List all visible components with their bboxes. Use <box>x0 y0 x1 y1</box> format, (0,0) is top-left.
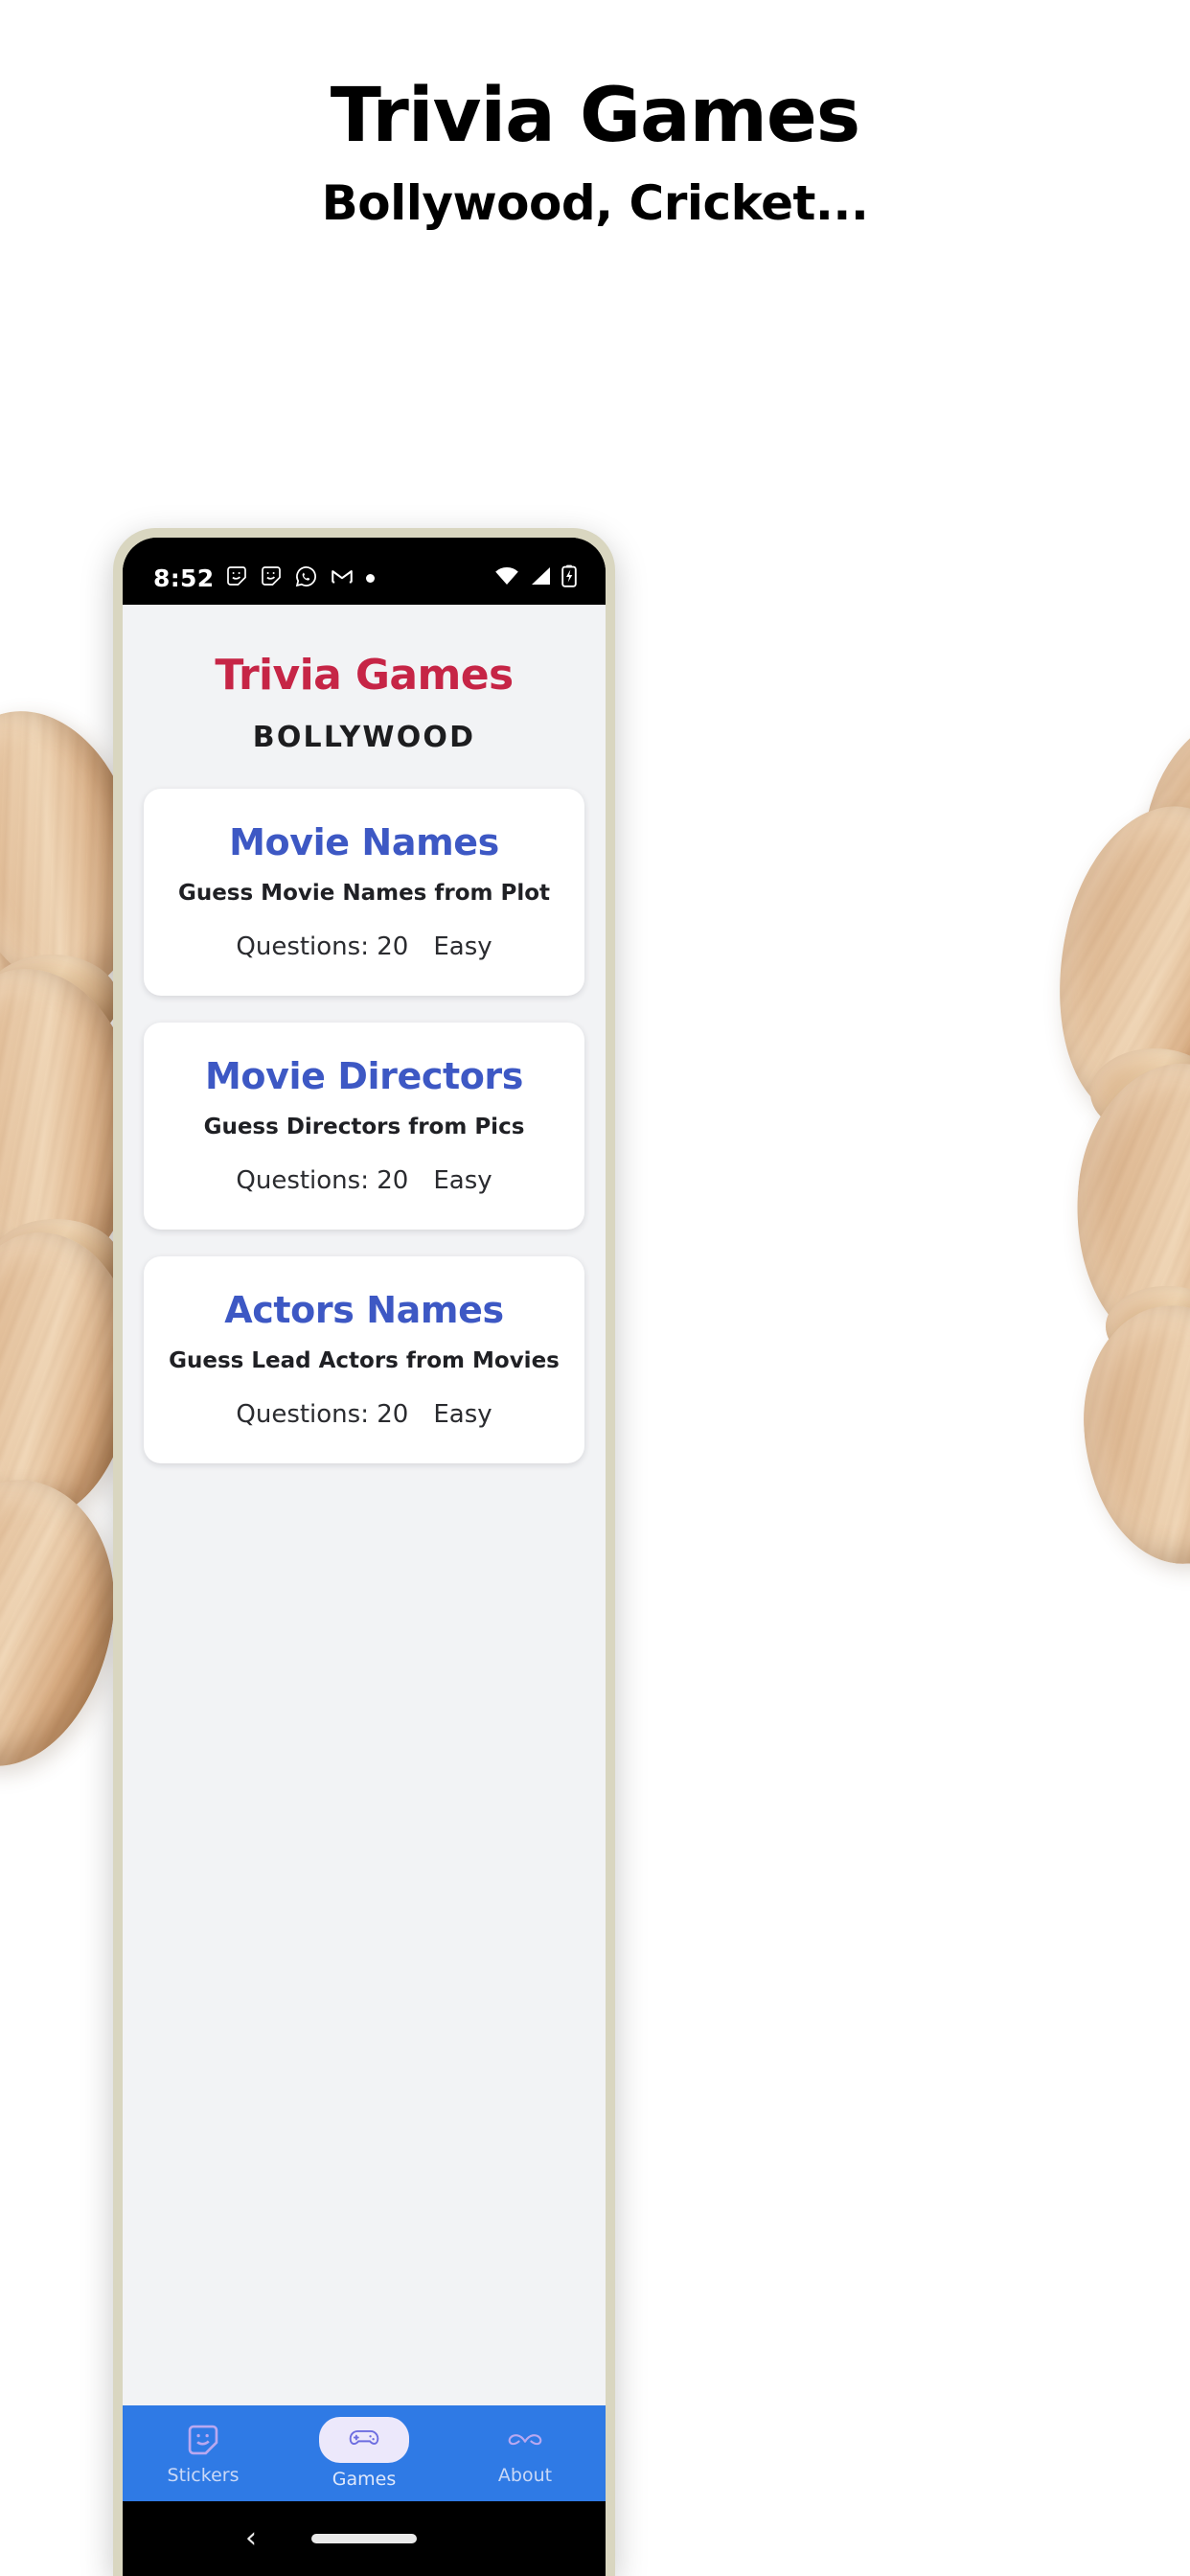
quiz-card-movie-names[interactable]: Movie Names Guess Movie Names from Plot … <box>144 789 584 996</box>
dot-icon <box>366 573 376 583</box>
quiz-card-meta: Questions: 20 Easy <box>159 1166 569 1195</box>
quiz-card-description: Guess Lead Actors from Movies <box>169 1348 560 1373</box>
sticker-icon <box>260 564 283 591</box>
quiz-card-title: Movie Directors <box>205 1055 523 1097</box>
nav-item-about[interactable]: About <box>445 2421 606 2486</box>
app-content: Trivia Games BOLLYWOOD Movie Names Guess… <box>123 605 606 2501</box>
status-bar-right <box>494 564 577 591</box>
status-bar-clock: 8:52 <box>153 564 215 592</box>
quiz-card-questions: Questions: 20 <box>236 1400 409 1429</box>
wifi-icon <box>494 566 519 589</box>
status-bar: 8:52 <box>123 538 606 605</box>
nav-item-stickers[interactable]: Stickers <box>123 2421 284 2486</box>
nav-active-pill <box>319 2417 409 2463</box>
status-bar-left: 8:52 <box>153 564 376 592</box>
nav-label-games: Games <box>332 2469 397 2490</box>
system-gesture-bar: ‹ <box>123 2501 606 2576</box>
promo-header: Trivia Games Bollywood, Cricket... <box>0 0 1190 228</box>
bottom-navigation: Stickers Games About <box>123 2405 606 2501</box>
app-title: Trivia Games <box>215 651 514 700</box>
gamepad-icon <box>348 2425 380 2455</box>
app-category-label: BOLLYWOOD <box>252 721 476 754</box>
nav-label-about: About <box>497 2465 553 2486</box>
quiz-card-title: Actors Names <box>224 1289 504 1331</box>
quiz-card-questions: Questions: 20 <box>236 1166 409 1195</box>
promo-title: Trivia Games <box>330 73 860 159</box>
finger-shape <box>1075 1299 1190 1571</box>
quiz-card-list: Movie Names Guess Movie Names from Plot … <box>123 762 606 1463</box>
phone-screen: 8:52 Trivia Games BOLLYWOOD Movie Names … <box>123 538 606 2576</box>
sticker-icon <box>225 564 248 591</box>
quiz-card-meta: Questions: 20 Easy <box>159 932 569 961</box>
nav-label-stickers: Stickers <box>167 2465 240 2486</box>
quiz-card-actors-names[interactable]: Actors Names Guess Lead Actors from Movi… <box>144 1256 584 1463</box>
battery-charging-icon <box>561 564 577 591</box>
quiz-card-difficulty: Easy <box>433 932 492 961</box>
whatsapp-icon <box>294 564 318 592</box>
quiz-card-description: Guess Directors from Pics <box>203 1115 525 1139</box>
app-header: Trivia Games BOLLYWOOD <box>123 605 606 762</box>
gmail-icon <box>330 564 355 592</box>
quiz-card-title: Movie Names <box>229 821 499 863</box>
phone-mockup: 8:52 Trivia Games BOLLYWOOD Movie Names … <box>113 528 615 2576</box>
quiz-card-meta: Questions: 20 Easy <box>159 1400 569 1429</box>
quiz-card-questions: Questions: 20 <box>236 932 409 961</box>
sticker-icon <box>185 2421 221 2459</box>
home-pill-icon[interactable] <box>311 2534 417 2543</box>
quiz-card-description: Guess Movie Names from Plot <box>177 881 551 906</box>
promo-subtitle: Bollywood, Cricket... <box>321 174 869 231</box>
mustache-icon <box>506 2421 544 2459</box>
cellular-signal-icon <box>530 566 551 589</box>
quiz-card-movie-directors[interactable]: Movie Directors Guess Directors from Pic… <box>144 1023 584 1230</box>
quiz-card-difficulty: Easy <box>433 1400 492 1429</box>
quiz-card-difficulty: Easy <box>433 1166 492 1195</box>
back-chevron-icon[interactable]: ‹ <box>245 2524 257 2553</box>
nav-item-games[interactable]: Games <box>284 2417 445 2490</box>
